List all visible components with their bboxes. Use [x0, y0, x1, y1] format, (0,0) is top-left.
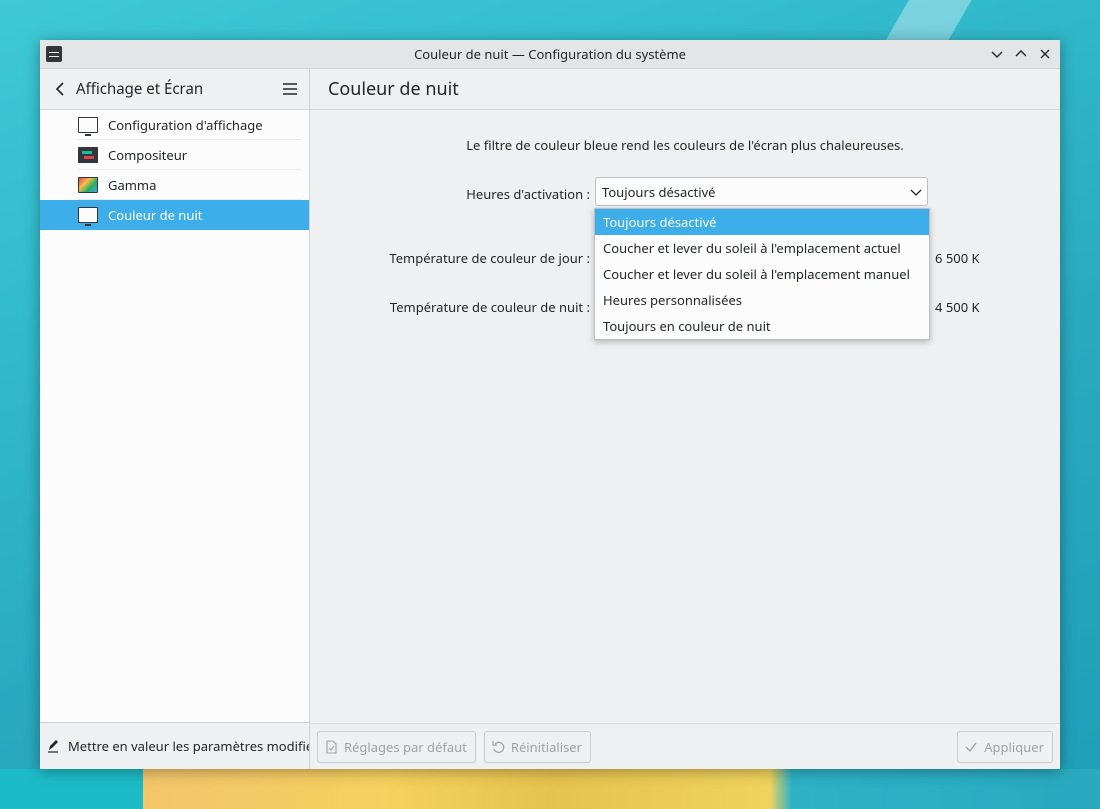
sidebar-item-night-color[interactable]: Couleur de nuit — [40, 200, 309, 230]
close-icon[interactable] — [1036, 45, 1054, 63]
system-settings-app-icon[interactable] — [46, 46, 62, 62]
document-defaults-icon — [326, 739, 337, 754]
sidebar-item-display-configuration[interactable]: Configuration d'affichage — [40, 110, 309, 140]
title-bar: Couleur de nuit — Configuration du systè… — [40, 40, 1060, 69]
back-arrow-icon[interactable] — [52, 81, 68, 97]
window-title: Couleur de nuit — Configuration du systè… — [414, 45, 686, 63]
dropdown-option-sunset-sunrise-manual-location[interactable]: Coucher et lever du soleil à l'emplaceme… — [595, 261, 929, 287]
activation-combobox[interactable]: Toujours désactivé — [595, 177, 928, 206]
activation-value: Toujours désactivé — [602, 182, 716, 201]
sidebar-item-label: Couleur de nuit — [108, 206, 203, 224]
defaults-button-label: Réglages par défaut — [344, 737, 467, 756]
description-text: Le filtre de couleur bleue rend les coul… — [466, 136, 904, 154]
desktop-wallpaper — [0, 769, 1100, 809]
dropdown-option-always-night-color[interactable]: Toujours en couleur de nuit — [595, 313, 929, 339]
dropdown-option-custom-times[interactable]: Heures personnalisées — [595, 287, 929, 313]
sidebar-item-compositor[interactable]: Compositeur — [40, 140, 309, 170]
highlight-changed-settings-toggle[interactable]: Mettre en valeur les paramètres modifiés — [40, 722, 309, 769]
apply-button-label: Appliquer — [984, 737, 1044, 756]
page-title: Couleur de nuit — [310, 69, 1060, 110]
day-temperature-label: Température de couleur de jour : — [389, 249, 590, 267]
checkmark-icon — [965, 742, 977, 752]
gamma-icon — [78, 177, 98, 193]
monitor-icon — [78, 117, 98, 136]
sidebar-item-label: Gamma — [108, 176, 157, 194]
night-temperature-value: 4 500 K — [935, 298, 980, 316]
day-temperature-value: 6 500 K — [935, 249, 980, 267]
main-panel: Couleur de nuit Le filtre de couleur ble… — [310, 69, 1060, 769]
sidebar-title: Affichage et Écran — [76, 79, 204, 99]
reset-button-label: Réinitialiser — [510, 737, 582, 756]
reset-button[interactable]: Réinitialiser — [483, 730, 591, 763]
sidebar-list: Configuration d'affichage Compositeur Ga… — [40, 110, 309, 722]
sidebar: Affichage et Écran Configuration d'affic… — [40, 69, 310, 769]
undo-icon — [492, 740, 505, 753]
apply-button[interactable]: Appliquer — [957, 730, 1053, 763]
maximize-icon[interactable] — [1012, 45, 1030, 63]
defaults-button[interactable]: Réglages par défaut — [317, 730, 476, 763]
button-bar: Réglages par défaut Réinitialiser Appliq… — [310, 723, 1060, 769]
night-color-settings: Le filtre de couleur bleue rend les coul… — [310, 110, 1060, 723]
highlight-changed-settings-label: Mettre en valeur les paramètres modifiés — [68, 737, 309, 755]
pencil-icon — [48, 740, 58, 753]
sidebar-item-gamma[interactable]: Gamma — [40, 170, 309, 200]
settings-window: Couleur de nuit — Configuration du systè… — [40, 40, 1060, 769]
compositor-icon — [78, 147, 98, 163]
hamburger-menu-icon[interactable] — [281, 80, 299, 98]
activation-dropdown-list: Toujours désactivé Coucher et lever du s… — [594, 208, 930, 340]
night-temperature-label: Température de couleur de nuit : — [389, 298, 590, 316]
sidebar-item-label: Configuration d'affichage — [108, 116, 263, 134]
monitor-icon — [78, 207, 98, 226]
dropdown-option-sunset-sunrise-current-location[interactable]: Coucher et lever du soleil à l'emplaceme… — [595, 235, 929, 261]
sidebar-header: Affichage et Écran — [40, 69, 309, 110]
sidebar-item-label: Compositeur — [108, 146, 188, 164]
dropdown-option-always-off[interactable]: Toujours désactivé — [595, 209, 929, 235]
minimize-icon[interactable] — [988, 45, 1006, 63]
chevron-down-icon — [910, 189, 922, 196]
activation-label: Heures d'activation : — [466, 185, 590, 203]
